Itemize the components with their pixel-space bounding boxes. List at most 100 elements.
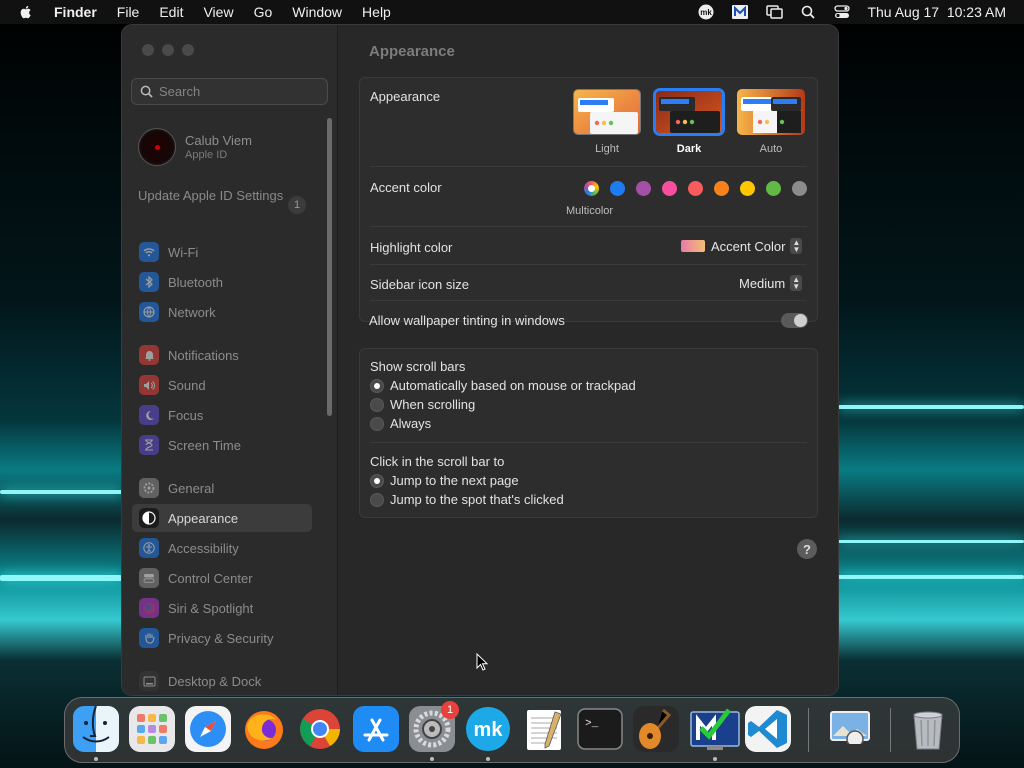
appearance-auto-label: Auto (759, 143, 783, 155)
divider (370, 166, 807, 167)
menu-file[interactable]: File (117, 4, 140, 20)
sidebar-item-network[interactable]: Network (132, 298, 312, 326)
click-scroll-option-spot[interactable]: Jump to the spot that's clicked (370, 492, 564, 507)
profile-subtitle: Apple ID (185, 149, 228, 161)
accent-swatch[interactable] (714, 181, 729, 196)
sidebar-item-notifications[interactable]: Notifications (132, 341, 312, 369)
dock-app-chrome[interactable] (297, 706, 343, 752)
mouse-cursor-icon (476, 653, 488, 671)
sidebar-item-general[interactable]: General (132, 474, 312, 502)
search-input[interactable] (159, 84, 319, 99)
appearance-auto-option[interactable] (737, 89, 805, 135)
dock-app-garageband[interactable] (633, 706, 679, 752)
sidebar-item-focus[interactable]: Focus (132, 401, 312, 429)
sidebar-scrollbar[interactable] (327, 118, 332, 416)
wallpaper-tinting-toggle[interactable] (781, 313, 808, 328)
dock-app-firefox[interactable] (241, 706, 287, 752)
accent-swatch[interactable] (662, 181, 677, 196)
accent-swatch[interactable] (688, 181, 703, 196)
display-icon[interactable] (765, 4, 783, 20)
sidebar-item-label: Accessibility (168, 540, 239, 556)
sidebar-item-sound[interactable]: Sound (132, 371, 312, 399)
siri-icon (139, 598, 159, 618)
accent-selected-label: Multicolor (566, 205, 614, 217)
radio-button[interactable] (370, 378, 384, 393)
dock-app-safari[interactable] (185, 706, 231, 752)
mk-icon: mk (465, 706, 511, 752)
scroll-bars-option-when-scrolling[interactable]: When scrolling (370, 397, 475, 412)
accent-swatch[interactable] (636, 181, 651, 196)
sidebar-item-label: Privacy & Security (168, 630, 274, 646)
accent-swatch-multicolor[interactable] (584, 181, 599, 196)
sidebar-item-privacy-security[interactable]: Privacy & Security (132, 624, 312, 652)
search-icon[interactable] (799, 4, 817, 20)
accent-swatch[interactable] (740, 181, 755, 196)
malwarebytes-icon (689, 706, 741, 752)
control-center-icon[interactable] (833, 4, 851, 20)
radio-button[interactable] (370, 492, 384, 507)
highlight-swatch (681, 240, 705, 252)
sidebar-item-accessibility[interactable]: Accessibility (132, 534, 312, 562)
menu-app-name[interactable]: Finder (54, 4, 97, 20)
sidebar-item-screen-time[interactable]: Screen Time (132, 431, 312, 459)
dock-app-preview[interactable] (827, 706, 873, 752)
accent-swatch[interactable] (610, 181, 625, 196)
menu-clock[interactable]: Thu Aug 17 10:23 AM (867, 4, 1006, 20)
accent-swatch[interactable] (766, 181, 781, 196)
sidebar-item-label: Sound (168, 377, 206, 393)
divider (370, 226, 807, 227)
radio-button[interactable] (370, 416, 384, 431)
dock-app-malwarebytes[interactable] (689, 706, 741, 752)
dock-app-vscode[interactable] (745, 706, 791, 752)
help-button[interactable]: ? (797, 539, 817, 559)
highlight-color-popup[interactable]: Accent Color ▲ ▼ (681, 238, 803, 254)
sidebar-icon-size-popup[interactable]: Medium ▲ ▼ (739, 275, 803, 291)
menu-go[interactable]: Go (254, 4, 273, 20)
menu-view[interactable]: View (203, 4, 233, 20)
sidebar-item-appearance[interactable]: Appearance (132, 504, 312, 532)
menu-edit[interactable]: Edit (159, 4, 183, 20)
menu-help[interactable]: Help (362, 4, 391, 20)
dock-icon (139, 671, 159, 691)
sidebar-item-control-center[interactable]: Control Center (132, 564, 312, 592)
speaker-icon (139, 375, 159, 395)
malwarebytes-icon[interactable] (731, 4, 749, 20)
radio-button[interactable] (370, 397, 384, 412)
apple-id-profile[interactable]: Calub Viem Apple ID (138, 128, 252, 166)
click-scroll-option-next-page[interactable]: Jump to the next page (370, 473, 519, 488)
search-field[interactable] (131, 78, 328, 105)
menu-window[interactable]: Window (292, 4, 342, 20)
appearance-label: Appearance (370, 89, 441, 104)
sidebar-item-siri-spotlight[interactable]: Siri & Spotlight (132, 594, 312, 622)
radio-button[interactable] (370, 473, 384, 488)
scroll-bars-option-automatic[interactable]: Automatically based on mouse or trackpad (370, 378, 636, 393)
dock-app-textedit[interactable] (521, 706, 567, 752)
dock-app-terminal[interactable]: >_ (577, 706, 623, 752)
divider (370, 300, 807, 301)
sidebar-item-bluetooth[interactable]: Bluetooth (132, 268, 312, 296)
appearance-dark-option[interactable] (653, 88, 725, 136)
firefox-icon (241, 706, 287, 752)
highlight-color-value: Accent Color (711, 238, 786, 254)
moon-icon (139, 405, 159, 425)
sidebar-item-desktop-dock[interactable]: Desktop & Dock (132, 667, 312, 695)
zoom-window-button[interactable] (182, 44, 194, 56)
trash-icon (905, 706, 951, 752)
close-window-button[interactable] (142, 44, 154, 56)
dock: 1 mk >_ (64, 697, 960, 763)
dock-app-finder[interactable] (73, 706, 119, 752)
dock-app-mk[interactable]: mk (465, 706, 511, 752)
scroll-bars-option-always[interactable]: Always (370, 416, 431, 431)
apple-menu-icon[interactable] (18, 4, 34, 20)
dock-app-app-store[interactable] (353, 706, 399, 752)
appearance-light-option[interactable] (573, 89, 641, 135)
globe-icon (139, 302, 159, 322)
update-apple-id-link[interactable]: Update Apple ID Settings (138, 188, 308, 204)
minimize-window-button[interactable] (162, 44, 174, 56)
mk-icon[interactable]: mk (697, 4, 715, 20)
accent-swatch[interactable] (792, 181, 807, 196)
dock-app-launchpad[interactable] (129, 706, 175, 752)
sidebar-item-wi-fi[interactable]: Wi-Fi (132, 238, 312, 266)
radio-label: Automatically based on mouse or trackpad (390, 378, 636, 393)
dock-app-trash[interactable] (905, 706, 951, 752)
